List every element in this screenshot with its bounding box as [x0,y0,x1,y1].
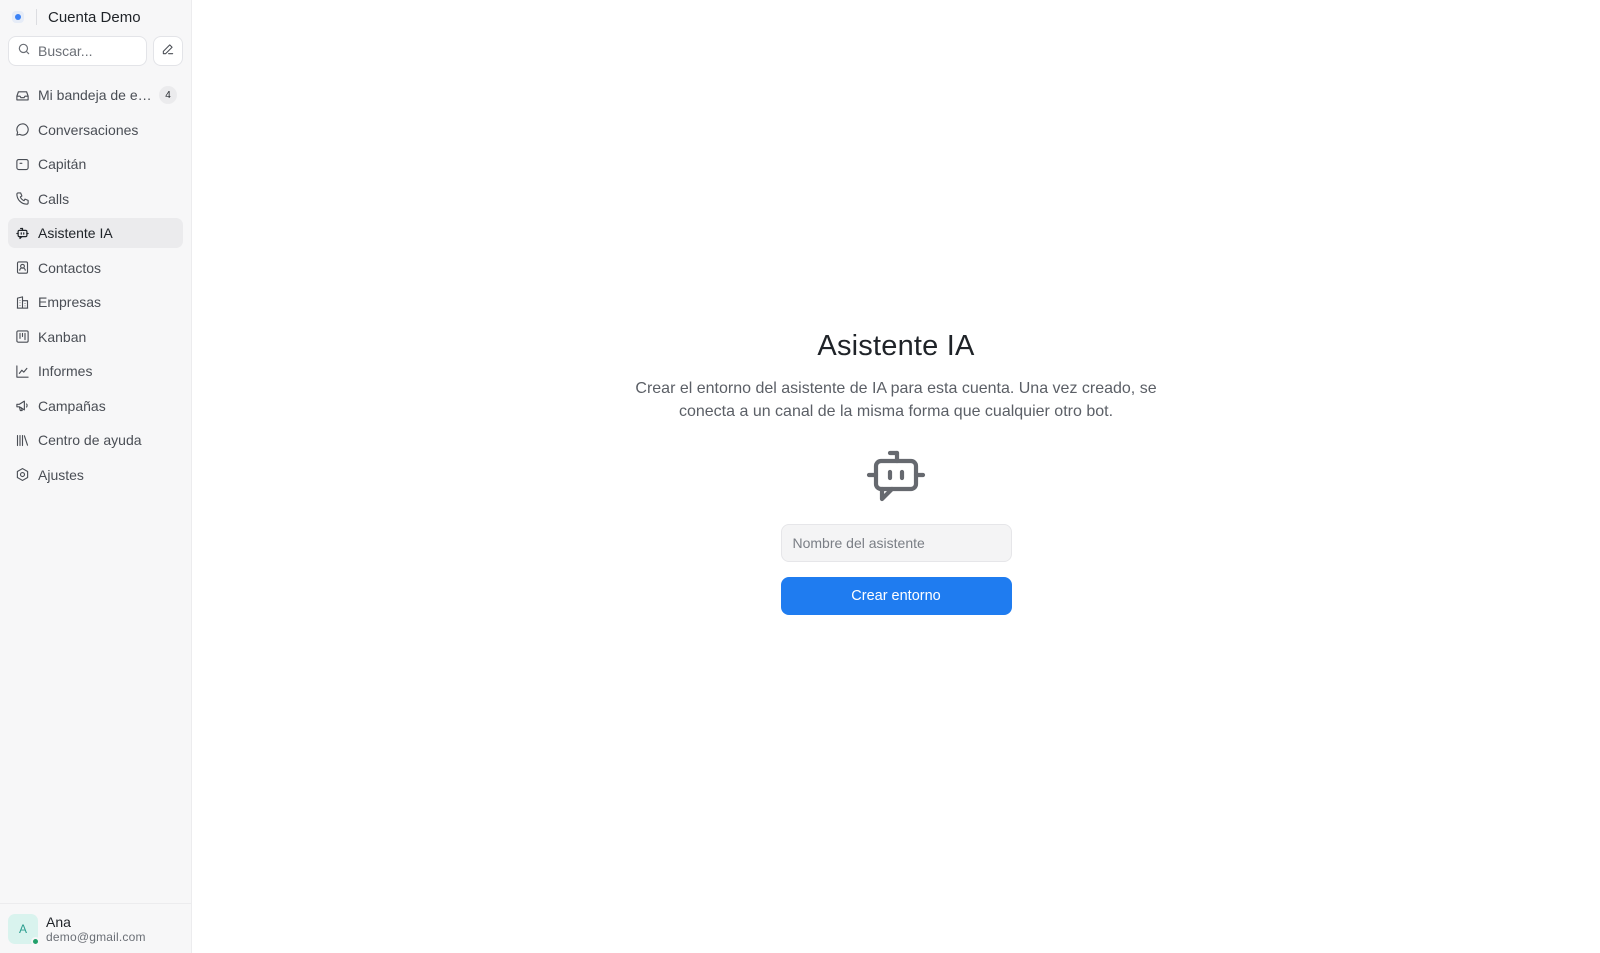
sidebar-item-label: Empresas [38,294,102,310]
sidebar-item-companies[interactable]: Empresas [8,287,183,317]
divider [36,9,37,25]
page-title: Asistente IA [817,330,975,362]
sidebar-item-help-center[interactable]: Centro de ayuda [8,425,183,455]
bot-icon [14,225,30,241]
captain-icon [14,156,30,172]
sidebar-item-label: Kanban [38,328,87,345]
sidebar-item-label: Capitán [38,156,87,172]
sidebar-item-label: Asistente IA [38,225,113,241]
sidebar-item-label: Informes [38,363,93,379]
compose-button[interactable] [153,36,183,66]
library-icon [14,432,30,448]
empty-state: Asistente IA Crear el entorno del asiste… [192,330,1600,615]
search-input[interactable] [38,43,138,59]
settings-icon [14,467,30,483]
sidebar-item-conversations[interactable]: Conversaciones [8,115,183,145]
sidebar-item-calls[interactable]: Calls [8,184,183,214]
contact-card-icon [14,260,30,276]
page-description: Crear el entorno del asistente de IA par… [635,380,1157,420]
chat-bubble-icon [14,122,30,138]
main-content: Asistente IA Crear el entorno del asiste… [192,0,1600,953]
inbox-icon [14,87,30,103]
sidebar-item-campaigns[interactable]: Campañas [8,391,183,421]
sidebar-item-settings[interactable]: Ajustes [8,460,183,490]
sidebar-item-label: Mi bandeja de entrada [38,87,155,103]
megaphone-icon [14,398,30,414]
user-name: Ana [46,913,71,930]
sidebar-item-inbox[interactable]: Mi bandeja de entrada 4 [8,80,183,110]
sidebar-nav: Mi bandeja de entrada 4 Conversaciones C… [0,80,191,490]
avatar-initial: A [18,921,27,936]
app-root: Cuenta Demo Mi bandeja de entrada [0,0,1600,953]
account-switcher[interactable]: Cuenta Demo [0,0,191,34]
kanban-icon [14,329,30,345]
sidebar-item-kanban[interactable]: Kanban [8,322,183,352]
sidebar-item-reports[interactable]: Informes [8,356,183,386]
user-email: demo@gmail.com [46,929,146,944]
search-box[interactable] [8,36,147,66]
online-status-dot [31,936,40,946]
sidebar-item-contacts[interactable]: Contactos [8,253,183,283]
create-environment-button[interactable]: Crear entorno [780,577,1012,615]
user-profile[interactable]: A Ana demo@gmail.com [0,903,191,953]
sidebar-item-ai-assistant[interactable]: Asistente IA [8,218,183,248]
sidebar-item-label: Calls [38,190,70,207]
building-icon [14,294,30,310]
sidebar-item-label: Ajustes [38,466,84,483]
account-name: Cuenta Demo [48,8,141,26]
sidebar-item-label: Conversaciones [38,121,139,138]
user-info: Ana demo@gmail.com [46,914,146,944]
sidebar-item-captain[interactable]: Capitán [8,149,183,179]
search-icon [17,42,31,61]
search-row [0,36,191,66]
sidebar-item-label: Centro de ayuda [38,432,142,448]
robot-icon [866,449,926,510]
sidebar-item-label: Campañas [38,397,106,414]
account-logo-icon [12,11,24,23]
phone-icon [14,191,30,207]
sidebar-item-label: Contactos [38,259,102,276]
avatar: A [8,913,40,946]
sidebar: Cuenta Demo Mi bandeja de entrada [0,0,192,953]
pencil-icon [161,42,175,61]
assistant-name-input[interactable] [780,524,1012,562]
unread-count-badge: 4 [159,86,177,104]
chart-line-icon [14,363,30,379]
